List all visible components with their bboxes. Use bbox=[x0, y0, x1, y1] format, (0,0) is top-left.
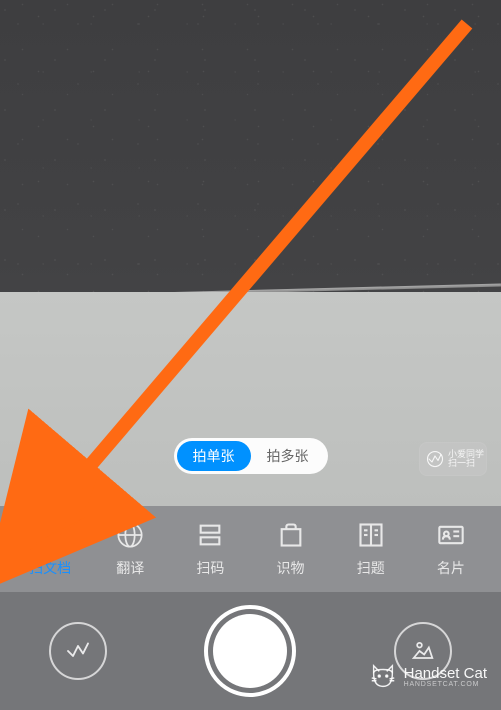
document-icon bbox=[35, 520, 65, 550]
mode-identify[interactable]: 识物 bbox=[261, 520, 321, 578]
mode-card[interactable]: 名片 bbox=[421, 520, 481, 578]
single-shot-option[interactable]: 拍单张 bbox=[177, 441, 251, 471]
book-icon bbox=[356, 520, 386, 550]
mode-selector-bar: 扫文档 翻译 扫码 识物 bbox=[0, 506, 501, 592]
shot-mode-toggle: 拍单张 拍多张 bbox=[174, 438, 328, 474]
mode-scan[interactable]: 扫码 bbox=[180, 520, 240, 578]
xiaoai-button[interactable] bbox=[49, 622, 107, 680]
watermark-title: Handset Cat bbox=[404, 666, 487, 681]
shutter-button[interactable] bbox=[204, 605, 296, 697]
card-icon bbox=[436, 520, 466, 550]
mode-label: 名片 bbox=[437, 558, 465, 578]
mode-translate[interactable]: 翻译 bbox=[100, 520, 160, 578]
xiaoai-scan-badge[interactable]: 小爱同学 扫一扫 bbox=[419, 442, 487, 476]
bag-icon bbox=[276, 520, 306, 550]
mode-label: 扫文档 bbox=[29, 558, 71, 578]
scan-icon bbox=[195, 520, 225, 550]
mode-label: 识物 bbox=[277, 558, 305, 578]
xiaoai-label: 小爱同学 扫一扫 bbox=[448, 450, 484, 468]
globe-icon bbox=[115, 520, 145, 550]
mode-question[interactable]: 扫题 bbox=[341, 520, 401, 578]
camera-viewfinder: 拍单张 拍多张 小爱同学 扫一扫 bbox=[0, 0, 501, 506]
watermark-subtitle: HANDSETCAT.COM bbox=[404, 681, 487, 688]
mode-label: 扫题 bbox=[357, 558, 385, 578]
multi-shot-option[interactable]: 拍多张 bbox=[251, 441, 325, 471]
cat-icon bbox=[368, 662, 398, 692]
mode-label: 扫码 bbox=[196, 558, 224, 578]
mode-label: 翻译 bbox=[116, 558, 144, 578]
bottom-controls bbox=[0, 592, 501, 710]
mode-document[interactable]: 扫文档 bbox=[20, 520, 80, 578]
xiaoai-icon bbox=[426, 450, 444, 468]
watermark: Handset Cat HANDSETCAT.COM bbox=[368, 662, 487, 692]
